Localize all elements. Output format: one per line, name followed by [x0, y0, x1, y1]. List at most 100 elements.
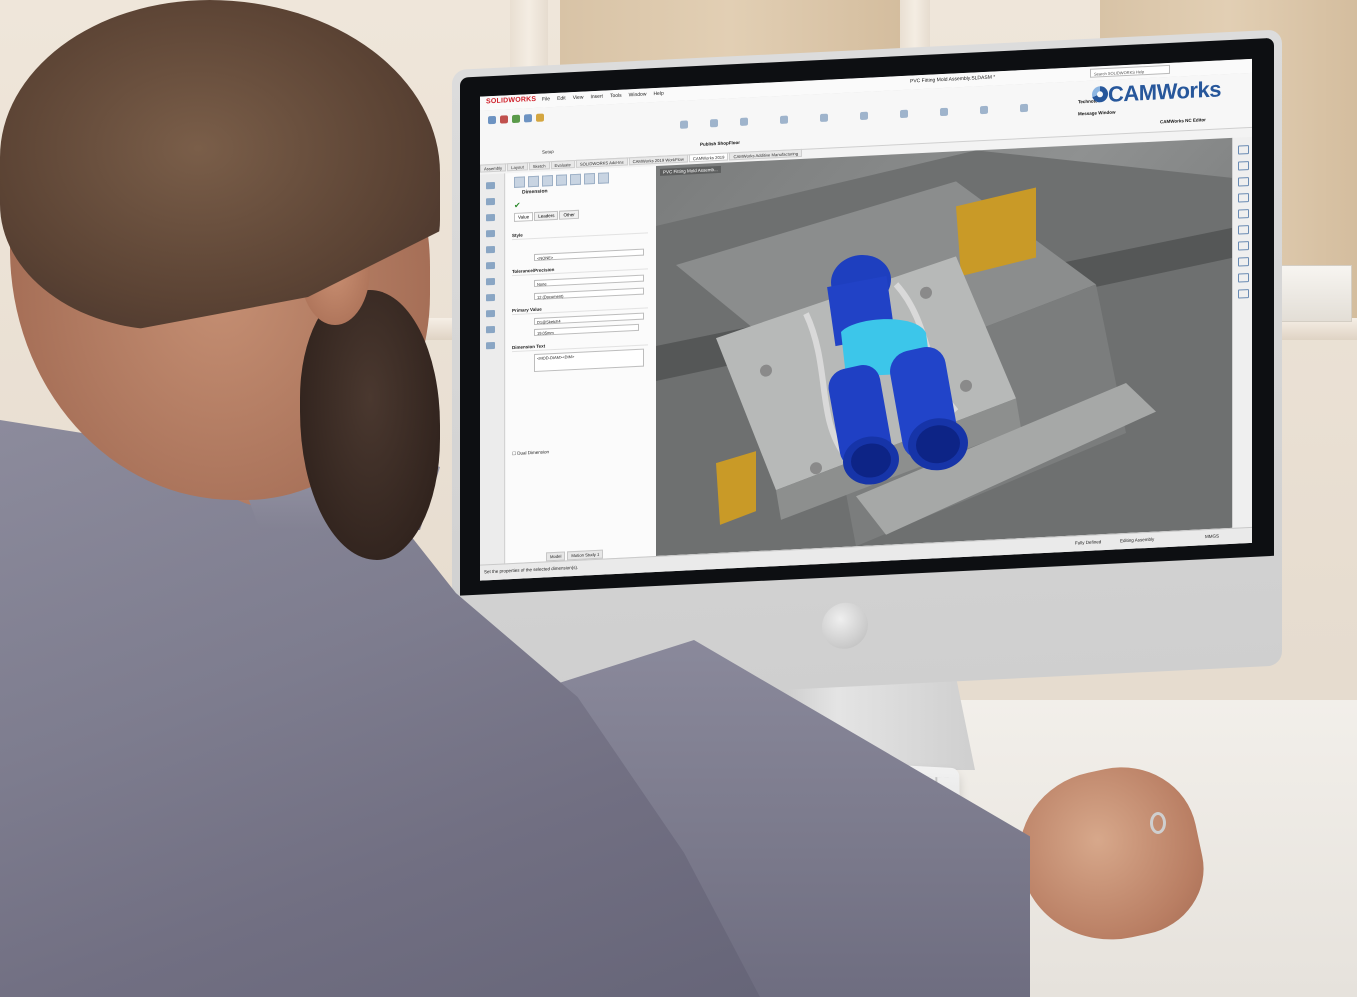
tab-camworks[interactable]: CAMWorks 2019	[688, 152, 729, 163]
toolbar-icon[interactable]	[900, 109, 908, 119]
tab-layout[interactable]: Layout	[507, 162, 528, 172]
task-pane-icon[interactable]	[1238, 193, 1249, 203]
primary-value-field[interactable]: 19.05mm	[534, 323, 639, 336]
task-pane-icon[interactable]	[1238, 145, 1249, 155]
task-pane-icon[interactable]	[1238, 209, 1249, 219]
pm-title: Dimension	[522, 188, 548, 196]
tree-icon[interactable]	[486, 213, 495, 222]
pm-icon-row	[514, 172, 609, 188]
menu-help[interactable]: Help	[653, 91, 663, 98]
group-style-label: Style	[512, 232, 523, 239]
status-hint: Set the properties of the selected dimen…	[484, 564, 579, 575]
tab-addins[interactable]: SOLIDWORKS Add-Ins	[575, 157, 628, 168]
style-select[interactable]: <NONE>	[534, 248, 644, 261]
pm-tab-icon[interactable]	[584, 173, 595, 185]
tree-icon[interactable]	[486, 309, 495, 318]
feature-manager-strip	[480, 173, 505, 565]
tolerance-select[interactable]: None	[534, 274, 644, 287]
menu-insert[interactable]: Insert	[590, 94, 603, 101]
tree-icon[interactable]	[486, 261, 495, 270]
primary-name-field[interactable]: D1@Sketch4	[534, 312, 644, 325]
pm-tab-icon[interactable]	[542, 175, 553, 187]
tree-icon[interactable]	[486, 325, 495, 334]
task-pane-icon[interactable]	[1238, 161, 1249, 171]
menu-view[interactable]: View	[573, 95, 584, 102]
solidworks-logo: SOLIDWORKS	[486, 95, 537, 106]
task-pane-icon[interactable]	[1238, 289, 1249, 299]
tree-icon[interactable]	[486, 181, 495, 190]
menu-window[interactable]: Window	[629, 91, 647, 98]
status-state: Fully Defined	[1075, 539, 1102, 546]
toolbar-icon[interactable]	[710, 118, 718, 128]
ring	[1150, 812, 1166, 834]
tab-assembly[interactable]: Assembly	[480, 163, 507, 173]
pm-subtabs: Value Leaders Other	[514, 209, 579, 222]
tree-icon[interactable]	[486, 341, 495, 350]
message-window-button[interactable]: Message Window	[1078, 110, 1115, 117]
pm-tab-icon[interactable]	[598, 172, 609, 184]
screen: SOLIDWORKS File Edit View Insert Tools W…	[480, 58, 1252, 581]
toolbar-icon[interactable]	[820, 113, 828, 123]
precision-select[interactable]: 12 (Document)	[534, 287, 644, 300]
group-style[interactable]: Style	[512, 226, 648, 241]
menu-edit[interactable]: Edit	[557, 95, 566, 101]
menu-bar: File Edit View Insert Tools Window Help	[542, 91, 664, 103]
setup-button[interactable]: Setup	[542, 149, 554, 155]
toolbar-icon[interactable]	[500, 115, 508, 124]
pm-tab-icon[interactable]	[514, 176, 525, 188]
task-pane-icon[interactable]	[1238, 257, 1249, 267]
search-input[interactable]: Search SOLIDWORKS Help	[1090, 64, 1170, 78]
publish-shopfloor-button[interactable]: Publish ShopFloor	[700, 140, 740, 147]
group-dimtext-label: Dimension Text	[512, 343, 546, 351]
toolbar-icon[interactable]	[740, 117, 748, 126]
tree-icon[interactable]	[486, 197, 495, 206]
toolbar-icon[interactable]	[780, 115, 788, 124]
document-title: PVC Fitting Mold Assembly.SLDASM *	[910, 74, 996, 85]
toolbar-icon[interactable]	[940, 107, 948, 117]
tree-icon[interactable]	[486, 293, 495, 302]
menu-tools[interactable]: Tools	[610, 93, 622, 100]
subtab-leaders[interactable]: Leaders	[534, 210, 559, 221]
toolbar-icon[interactable]	[980, 105, 988, 115]
task-pane-icon[interactable]	[1238, 241, 1249, 251]
graphics-viewport[interactable]: PVC Fitting Mold Assemb...	[656, 137, 1232, 557]
menu-file[interactable]: File	[542, 96, 550, 102]
pm-tab-icon[interactable]	[570, 173, 581, 186]
tab-sketch[interactable]: Sketch	[528, 161, 550, 171]
dual-dimension-checkbox[interactable]: ☐ Dual Dimension	[512, 444, 648, 458]
toolbar-icon[interactable]	[860, 111, 868, 121]
nc-editor-button[interactable]: CAMWorks NC Editor	[1160, 117, 1206, 124]
shelf-box	[1280, 265, 1352, 322]
dimension-property-manager: Dimension ✔ Value Leaders Other Style <N…	[506, 165, 657, 564]
group-tolerance-label: Tolerance/Precision	[512, 266, 555, 275]
toolbar-icon[interactable]	[524, 114, 532, 123]
status-units[interactable]: MMGS	[1205, 533, 1219, 539]
ok-check-icon[interactable]: ✔	[514, 201, 521, 210]
camworks-logo: CAMWorks	[1108, 76, 1221, 107]
group-primary-label: Primary Value	[512, 306, 542, 314]
pm-tab-icon[interactable]	[528, 175, 539, 188]
toolbar-icon[interactable]	[536, 113, 544, 122]
tree-icon[interactable]	[486, 277, 495, 286]
task-pane-strip	[1232, 136, 1252, 528]
tab-camworks-workflow[interactable]: CAMWorks 2019 WorkFlow	[628, 154, 688, 166]
toolbar-icon[interactable]	[680, 120, 688, 129]
toolbar-icon[interactable]	[512, 114, 520, 124]
pm-tab-icon[interactable]	[556, 174, 567, 186]
toolbar-icon[interactable]	[1020, 103, 1028, 113]
tab-evaluate[interactable]: Evaluate	[550, 159, 575, 170]
task-pane-icon[interactable]	[1238, 273, 1249, 283]
tree-icon[interactable]	[486, 229, 495, 238]
dual-dimension-label: Dual Dimension	[517, 449, 550, 456]
status-mode: Editing Assembly	[1120, 536, 1155, 544]
subtab-value[interactable]: Value	[514, 212, 534, 222]
task-pane-icon[interactable]	[1238, 225, 1249, 235]
apple-logo-icon	[822, 601, 868, 650]
monitor: SOLIDWORKS File Edit View Insert Tools W…	[452, 29, 1282, 706]
toolbar-icon[interactable]	[488, 115, 496, 125]
tree-icon[interactable]	[486, 245, 495, 254]
dimension-text-field[interactable]: <MOD-DIAM><DIM>	[534, 348, 644, 372]
task-pane-icon[interactable]	[1238, 177, 1249, 187]
subtab-other[interactable]: Other	[559, 209, 579, 220]
group-tolerance[interactable]: Tolerance/Precision	[512, 262, 648, 277]
